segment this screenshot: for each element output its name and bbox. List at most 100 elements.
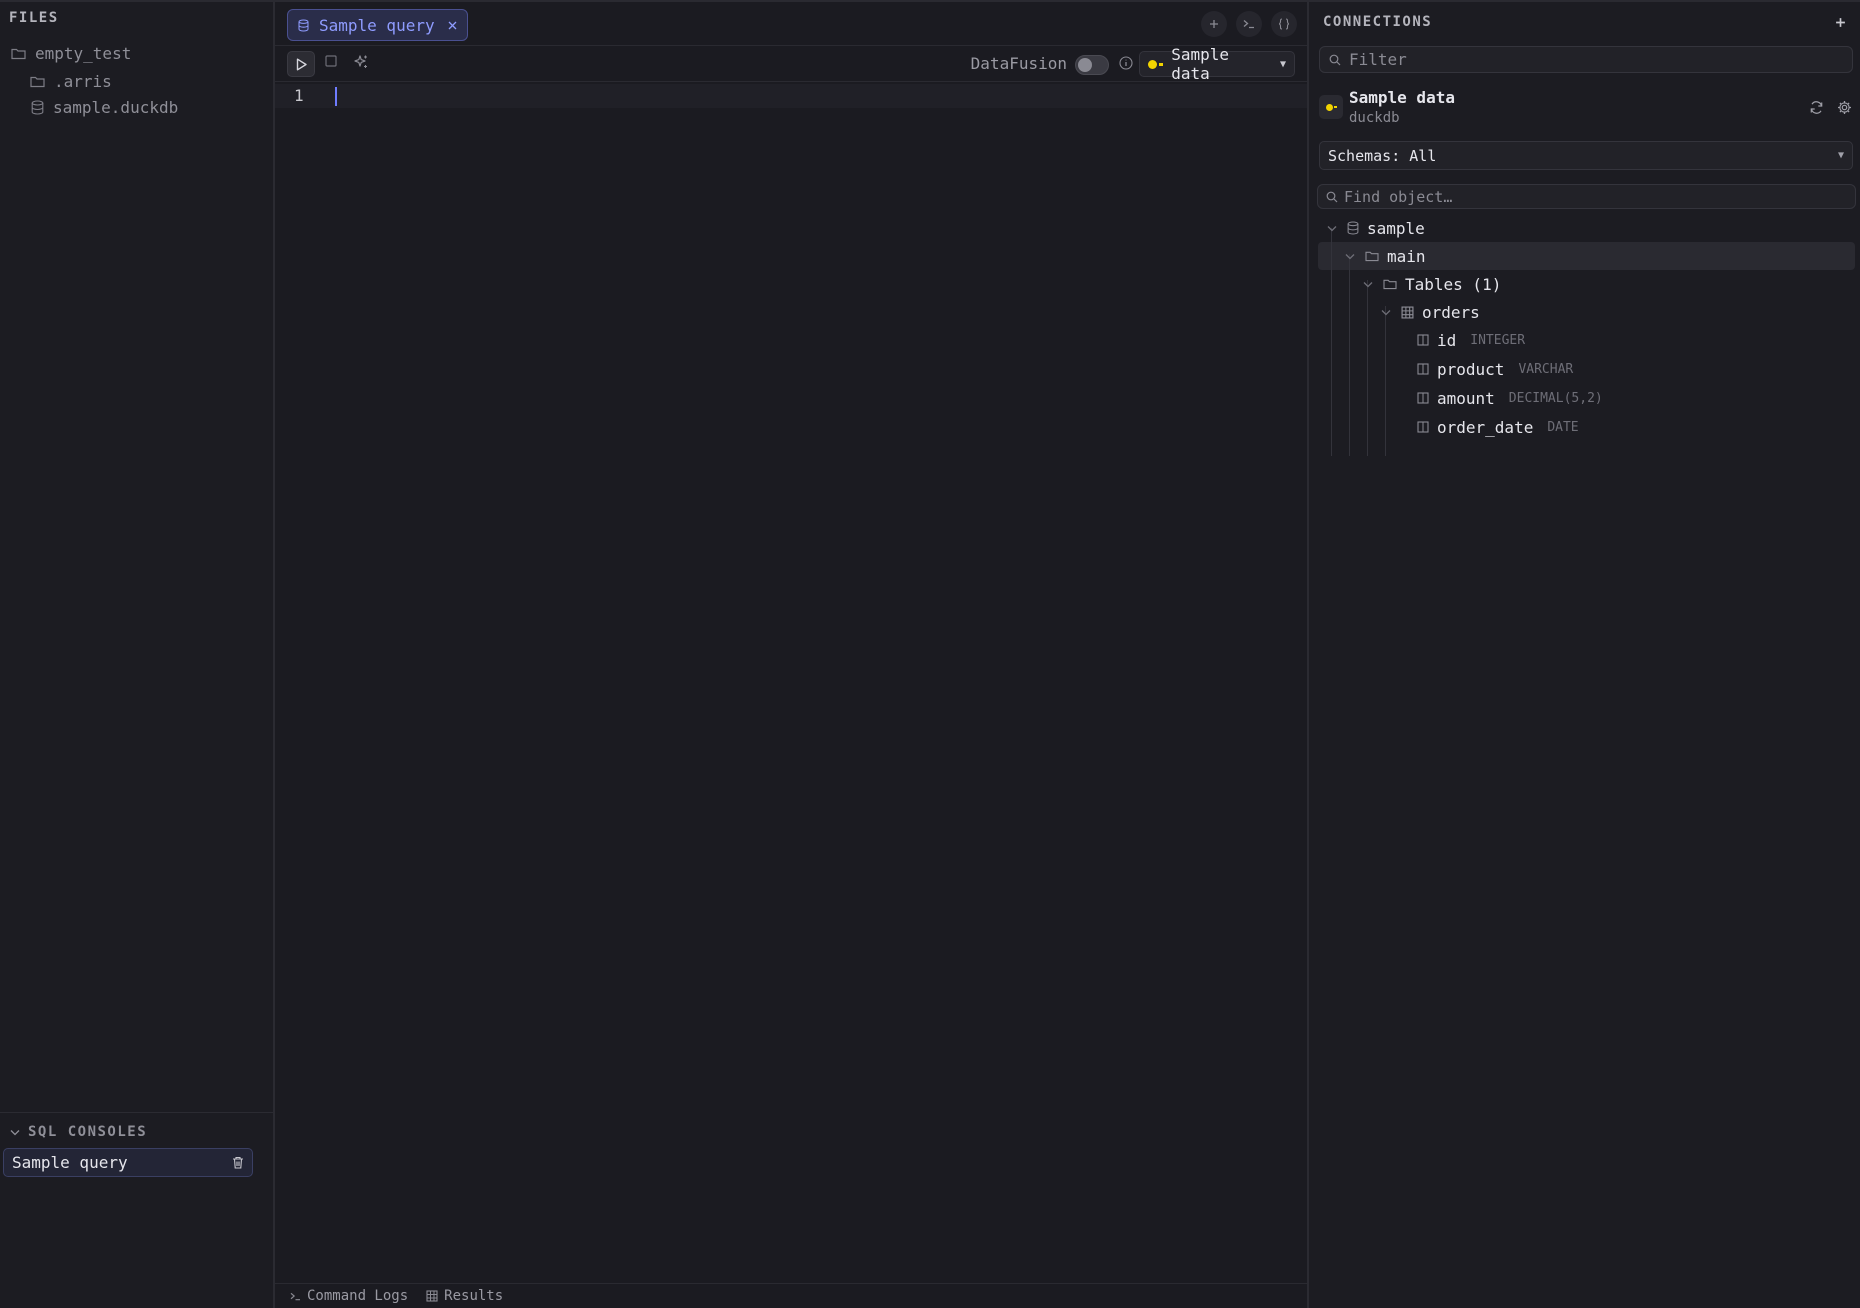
find-object-input[interactable]: Find object… <box>1317 184 1856 209</box>
app-window: FILES empty_test .arris sample.duckdb SQ… <box>0 0 1860 1308</box>
file-tree-item-empty-test[interactable]: empty_test <box>11 44 131 63</box>
text-cursor <box>335 87 337 106</box>
column-name: id <box>1437 330 1457 350</box>
search-icon <box>1326 191 1338 203</box>
sql-consoles-section: SQL CONSOLES Sample query <box>0 1112 273 1177</box>
connections-header: CONNECTIONS <box>1323 14 1433 30</box>
tab-label: Sample query <box>319 15 435 35</box>
schema-select-label: Schemas: All <box>1328 146 1437 165</box>
tree-item-label: main <box>1387 246 1426 266</box>
connection-type: duckdb <box>1349 110 1400 126</box>
tab-results[interactable]: Results <box>426 1288 503 1304</box>
chevron-down-icon <box>1345 250 1357 263</box>
engine-label: DataFusion <box>970 54 1067 73</box>
console-item-sample-query[interactable]: Sample query <box>3 1148 253 1177</box>
folder-icon <box>30 75 45 88</box>
file-tree-label: sample.duckdb <box>53 98 179 117</box>
tree-item-column[interactable]: order_date DATE <box>1417 413 1579 441</box>
sql-consoles-header[interactable]: SQL CONSOLES <box>10 1124 147 1140</box>
console-item-label: Sample query <box>12 1153 128 1172</box>
table-icon <box>426 1290 438 1302</box>
column-name: amount <box>1437 388 1495 408</box>
bottom-tab-label: Command Logs <box>307 1288 409 1304</box>
tree-item-database[interactable]: sample <box>1327 214 1425 242</box>
connection-status-icon <box>1148 59 1163 69</box>
sparkles-icon[interactable] <box>353 54 369 70</box>
column-icon <box>1417 421 1429 433</box>
folder-icon <box>1365 250 1379 262</box>
search-icon <box>1329 54 1341 66</box>
column-icon <box>1417 392 1429 404</box>
plus-icon <box>1209 19 1219 29</box>
info-icon[interactable] <box>1119 56 1133 70</box>
column-type: VARCHAR <box>1518 361 1574 377</box>
column-type: DECIMAL(5,2) <box>1508 390 1603 406</box>
play-icon <box>296 58 307 71</box>
terminal-icon <box>290 1292 301 1301</box>
tree-item-tables-group[interactable]: Tables (1) <box>1363 270 1501 298</box>
run-button[interactable] <box>287 51 315 77</box>
connection-name: Sample data <box>1349 88 1455 107</box>
tree-item-label: orders <box>1422 302 1480 322</box>
plus-icon <box>1835 17 1846 28</box>
code-area[interactable]: 1 <box>275 84 1307 1284</box>
bottom-tab-label: Results <box>444 1288 504 1304</box>
tree-item-schema[interactable]: main <box>1345 242 1426 270</box>
folder-icon <box>11 47 26 60</box>
connections-filter[interactable]: Filter <box>1319 46 1853 73</box>
toggle-knob <box>1078 58 1092 72</box>
connections-sidebar: CONNECTIONS Filter Sample data duckdb Sc… <box>1307 2 1860 1308</box>
file-tree-item-arris[interactable]: .arris <box>30 72 112 91</box>
caret-down-icon: ▼ <box>1279 58 1286 70</box>
column-icon <box>1417 334 1429 346</box>
tab-actions <box>1201 11 1297 37</box>
tree-item-column[interactable]: product VARCHAR <box>1417 355 1573 383</box>
chevron-down-icon <box>10 1129 20 1136</box>
datafusion-toggle[interactable] <box>1075 55 1109 75</box>
files-sidebar: FILES empty_test .arris sample.duckdb SQ… <box>0 2 275 1308</box>
connection-avatar <box>1319 95 1343 119</box>
folder-icon <box>1383 278 1397 290</box>
connection-select-label: Sample data <box>1171 45 1230 83</box>
tab-sample-query[interactable]: Sample query <box>287 9 468 41</box>
connection-select[interactable]: Sample data ▼ <box>1139 45 1295 83</box>
files-header: FILES <box>9 10 59 26</box>
editor-toolbar: DataFusion Sample data ▼ <box>275 45 1307 83</box>
terminal-button[interactable] <box>1236 11 1262 37</box>
database-icon <box>298 18 309 32</box>
braces-icon <box>1278 18 1290 30</box>
schema-select[interactable]: Schemas: All ▼ <box>1319 141 1853 170</box>
connection-status-icon <box>1325 103 1337 111</box>
terminal-icon <box>1243 19 1255 29</box>
tree-item-column[interactable]: id INTEGER <box>1417 326 1525 354</box>
active-line: 1 <box>275 84 1307 108</box>
filter-placeholder: Filter <box>1349 50 1407 69</box>
chevron-down-icon <box>1381 306 1393 319</box>
column-name: product <box>1437 359 1505 379</box>
file-tree-label: empty_test <box>35 44 132 63</box>
close-icon[interactable] <box>448 21 457 30</box>
editor-tabbar: Sample query <box>275 2 1307 46</box>
column-type: DATE <box>1547 419 1579 435</box>
database-icon <box>1347 221 1359 235</box>
chevron-down-icon <box>1327 222 1339 235</box>
stop-icon[interactable] <box>325 55 337 67</box>
table-icon <box>1401 305 1414 319</box>
trash-icon[interactable] <box>232 1156 244 1169</box>
chevron-down-icon <box>1363 278 1375 291</box>
refresh-icon[interactable] <box>1809 100 1824 115</box>
tree-item-table-orders[interactable]: orders <box>1381 298 1480 326</box>
caret-down-icon: ▼ <box>1837 150 1844 161</box>
file-tree-label: .arris <box>54 72 112 91</box>
tree-item-column[interactable]: amount DECIMAL(5,2) <box>1417 384 1603 412</box>
tab-command-logs[interactable]: Command Logs <box>290 1288 408 1304</box>
query-editor: Sample query DataFusion Sample data ▼ 1 … <box>275 2 1307 1308</box>
line-number: 1 <box>294 86 304 105</box>
file-tree-item-sample-duckdb[interactable]: sample.duckdb <box>31 98 178 117</box>
add-connection-button[interactable] <box>1835 12 1846 33</box>
database-icon <box>31 100 44 115</box>
gear-icon[interactable] <box>1837 100 1852 115</box>
connection-card[interactable]: Sample data duckdb <box>1319 87 1854 131</box>
json-button[interactable] <box>1271 11 1297 37</box>
new-tab-button[interactable] <box>1201 11 1227 37</box>
